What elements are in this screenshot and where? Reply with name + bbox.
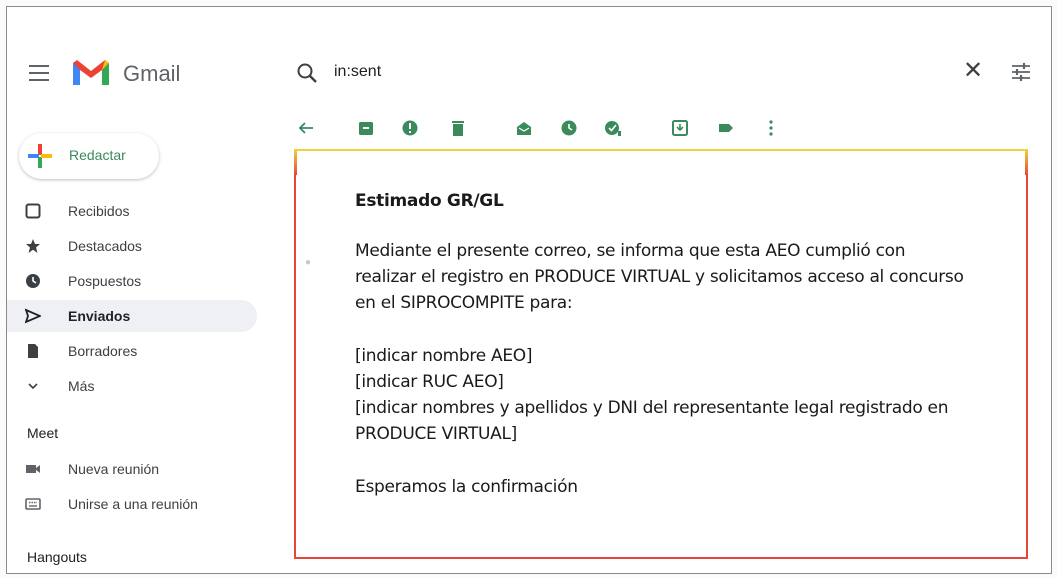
email-line: [indicar nombre AEO] [355,346,533,366]
sidebar-item-new-meeting[interactable]: Nueva reunión [7,453,257,485]
email-line: Mediante el presente correo, se informa … [355,241,906,261]
sidebar-item-label: Destacados [68,238,142,254]
sidebar-item-label: Enviados [68,308,131,324]
keyboard-icon [25,498,41,510]
sidebar-item-label: Nueva reunión [68,461,160,477]
sender-avatar-icon: ● [305,257,312,268]
back-arrow-icon[interactable] [297,119,315,137]
avatar[interactable] [29,573,59,574]
sidebar-item-label: Pospuestos [68,273,142,289]
email-greeting: Estimado GR/GL [355,191,504,211]
compose-label: Redactar [69,147,126,163]
email-line: [indicar nombres y apellidos y DNI del r… [355,398,949,418]
search-options-icon[interactable] [1009,60,1033,84]
sidebar-item-sent[interactable]: Enviados [7,300,257,332]
email-line: [indicar RUC AEO] [355,372,504,392]
search-input[interactable]: in:sent [334,63,381,81]
label-icon[interactable] [717,119,735,137]
hangouts-section-title: Hangouts [27,549,87,565]
sidebar-item-more[interactable]: Más [7,370,257,402]
gmail-logo-icon[interactable] [71,57,111,87]
sidebar-item-inbox[interactable]: Recibidos [7,195,257,227]
email-closing: Esperamos la confirmación [355,477,578,497]
app-name: Gmail [123,61,181,86]
move-to-icon[interactable] [671,119,689,137]
report-spam-icon[interactable] [401,119,419,137]
sidebar-item-starred[interactable]: Destacados [7,230,257,262]
archive-icon[interactable] [357,119,375,137]
more-vert-icon[interactable] [762,119,780,137]
sidebar-item-drafts[interactable]: Borradores [7,335,257,367]
delete-icon[interactable] [449,119,467,137]
sidebar-item-label: Más [68,378,95,394]
send-icon [25,308,41,324]
sidebar-item-snoozed[interactable]: Pospuestos [7,265,257,297]
snooze-icon[interactable] [560,119,578,137]
search-icon[interactable] [296,62,318,84]
main-menu-icon[interactable] [29,65,49,81]
sidebar-item-label: Unirse a una reunión [68,496,198,512]
inbox-icon [25,203,41,219]
sidebar-item-join-meeting[interactable]: Unirse a una reunión [7,488,257,520]
compose-button[interactable]: Redactar [19,133,159,179]
draft-icon [28,344,38,358]
gmail-window: Gmail in:sent ✕ Redactar Recibidos Desta… [6,6,1052,574]
mark-unread-icon[interactable] [515,119,533,137]
email-line: PRODUCE VIRTUAL] [355,424,517,444]
email-line: realizar el registro en PRODUCE VIRTUAL … [355,267,964,287]
sidebar-item-label: Borradores [68,343,138,359]
sidebar-item-label: Recibidos [68,203,130,219]
meet-section-title: Meet [27,425,59,441]
clock-icon [26,274,40,288]
email-line: en el SIPROCOMPITE para: [355,293,573,313]
clear-search-icon[interactable]: ✕ [963,59,983,83]
add-task-icon[interactable] [604,119,622,137]
chevron-down-icon [28,383,38,390]
plus-icon [28,144,52,168]
video-icon [26,465,40,473]
star-icon [26,239,40,253]
